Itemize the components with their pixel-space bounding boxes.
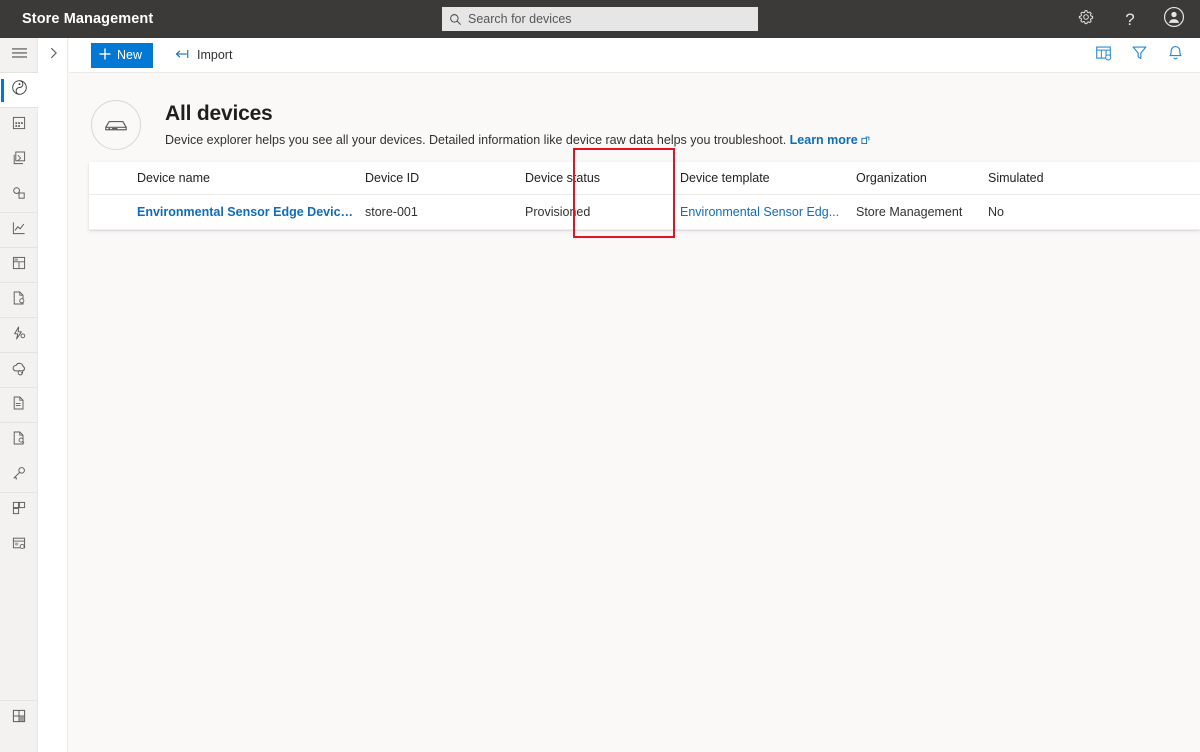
notifications-button[interactable] [1164, 43, 1186, 69]
page-subtitle-text: Device explorer helps you see all your d… [165, 132, 787, 147]
bell-icon [1168, 45, 1183, 67]
import-button[interactable]: Import [169, 43, 238, 68]
external-link-icon [861, 134, 870, 148]
data-export-icon [11, 290, 27, 311]
page-header-text: All devices Device explorer helps you se… [165, 102, 870, 148]
table-header-row: Device name Device ID Device status Devi… [89, 162, 1200, 195]
cell-device-template[interactable]: Environmental Sensor Edg... [680, 205, 856, 219]
device-explorer-icon [91, 99, 141, 150]
learn-more-label: Learn more [789, 132, 858, 147]
plus-icon [99, 48, 111, 63]
column-header-device-template[interactable]: Device template [680, 171, 856, 185]
rail-bottom-group [0, 700, 38, 735]
main-content: New Import All devices Device explorer h… [69, 38, 1200, 752]
dashboard-grid-icon [11, 255, 27, 276]
filter-button[interactable] [1128, 43, 1150, 69]
rules-lightning-icon [11, 325, 27, 346]
expand-nav-button[interactable] [38, 38, 68, 73]
extensions-puzzle-icon [11, 500, 27, 521]
hamburger-menu-button[interactable] [0, 38, 38, 73]
column-header-simulated[interactable]: Simulated [988, 171, 1108, 185]
column-header-device-status[interactable]: Device status [525, 171, 680, 185]
new-button[interactable]: New [91, 42, 154, 68]
gear-icon [1078, 9, 1094, 30]
left-nav-rail [0, 38, 38, 752]
sidebar-item-audit-logs[interactable] [0, 423, 38, 458]
devices-icon [11, 79, 28, 101]
analytics-icon [11, 220, 27, 241]
columns-settings-icon [1095, 45, 1112, 66]
sidebar-item-analytics[interactable] [0, 213, 38, 248]
search-icon [442, 13, 468, 26]
page-title: All devices [165, 101, 273, 125]
sidebar-item-extensions[interactable] [0, 493, 38, 528]
sidebar-item-rules[interactable] [0, 318, 38, 353]
table-row[interactable]: Environmental Sensor Edge Device - store… [89, 195, 1200, 230]
cell-simulated: No [988, 205, 1004, 219]
chevron-right-icon [48, 46, 59, 65]
column-header-device-id[interactable]: Device ID [365, 171, 525, 185]
account-button[interactable] [1156, 0, 1192, 38]
manage-columns-button[interactable] [1092, 43, 1114, 69]
sidebar-item-file-uploads[interactable] [0, 388, 38, 423]
sidebar-item-device-templates[interactable] [0, 143, 38, 178]
cell-organization: Store Management [856, 205, 963, 219]
file-upload-icon [11, 395, 27, 416]
sidebar-item-connect[interactable] [0, 178, 38, 213]
sidebar-item-device-groups[interactable] [0, 108, 38, 143]
cell-device-name[interactable]: Environmental Sensor Edge Device - store… [89, 205, 365, 219]
devices-table: Device name Device ID Device status Devi… [89, 162, 1200, 230]
page-subtitle: Device explorer helps you see all your d… [165, 133, 870, 148]
page-header: All devices Device explorer helps you se… [69, 73, 1200, 154]
sidebar-item-devices[interactable] [0, 73, 38, 108]
app-settings-icon [11, 535, 27, 556]
connect-icon [11, 185, 27, 206]
learn-more-link[interactable]: Learn more [790, 133, 858, 147]
sidebar-item-data-export[interactable] [0, 283, 38, 318]
sidebar-item-jobs[interactable] [0, 353, 38, 388]
audit-log-search-icon [11, 430, 27, 451]
settings-button[interactable] [1068, 0, 1104, 38]
sidebar-item-dashboards[interactable] [0, 248, 38, 283]
app-header: Store Management ? [0, 0, 1200, 38]
column-header-organization[interactable]: Organization [856, 171, 988, 185]
sidebar-item-permissions[interactable] [0, 458, 38, 493]
app-title: Store Management [22, 11, 154, 27]
header-actions: ? [1068, 0, 1192, 38]
cloud-jobs-icon [11, 359, 28, 381]
command-bar: New Import [69, 38, 1200, 73]
hamburger-icon [11, 46, 27, 64]
sidebar-item-app-layout[interactable] [0, 700, 38, 735]
key-icon [11, 465, 27, 486]
user-avatar-icon [1163, 6, 1185, 33]
sidebar-item-application-settings[interactable] [0, 528, 38, 563]
command-bar-right-actions [1092, 38, 1186, 73]
device-templates-icon [11, 150, 27, 171]
search-input[interactable] [468, 8, 748, 30]
layout-grid-icon [11, 708, 27, 729]
import-arrow-icon [175, 48, 190, 63]
column-header-device-name[interactable]: Device name [89, 171, 365, 185]
cell-device-id: store-001 [365, 205, 418, 219]
device-groups-icon [11, 115, 27, 136]
nav-expand-panel [38, 38, 68, 752]
filter-funnel-icon [1131, 45, 1148, 66]
help-button[interactable]: ? [1112, 0, 1148, 38]
cell-device-status: Provisioned [525, 205, 591, 219]
question-mark-icon: ? [1125, 9, 1135, 29]
new-button-label: New [117, 48, 143, 62]
search-box[interactable] [442, 7, 758, 31]
import-button-label: Import [197, 48, 233, 62]
